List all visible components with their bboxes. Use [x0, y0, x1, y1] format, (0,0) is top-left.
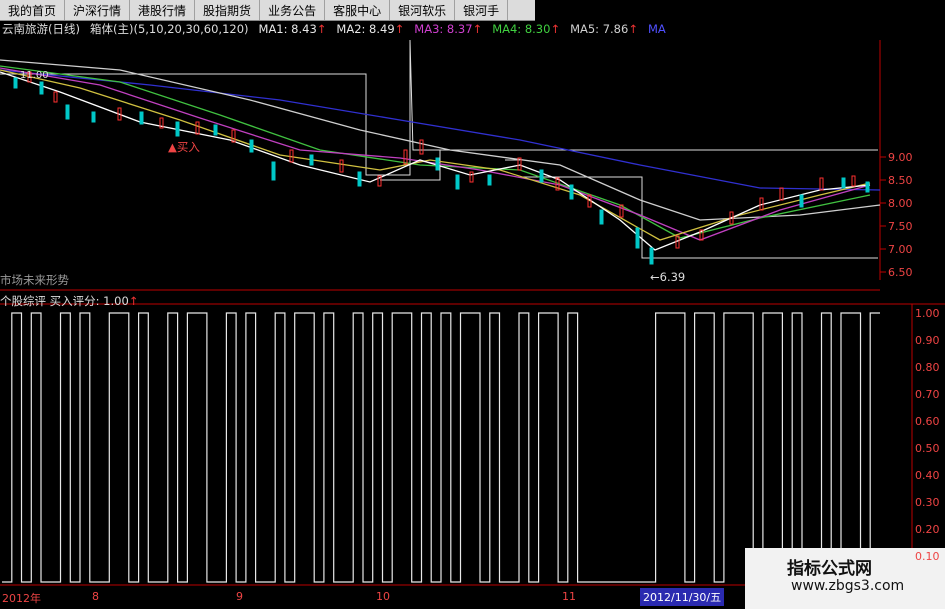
price-top-label: 11.00: [20, 70, 49, 81]
score-panel-title: 个股综评 买入评分: 1.00↑: [0, 294, 139, 308]
score-tick-0-7: 0.70: [915, 388, 940, 401]
score-tick-0-2: 0.20: [915, 523, 940, 536]
price-tick-6-5: 6.50: [888, 266, 913, 279]
score-tick-0-3: 0.30: [915, 496, 940, 509]
score-tick-1: 1.00: [915, 307, 940, 320]
date-2012: 2012年: [2, 592, 41, 605]
price-tick-9: 9.00: [888, 151, 913, 164]
watermark-title: 指标公式网: [787, 559, 872, 579]
chart-canvas: [0, 39, 945, 586]
ma-white-long: [0, 59, 881, 221]
date-10: 10: [376, 590, 390, 603]
price-tick-7: 7.00: [888, 243, 913, 256]
score-tick-0-5: 0.50: [915, 442, 940, 455]
score-tick-0-1: 0.10: [915, 550, 940, 563]
cursor-date-badge: 2012/11/30/五: [640, 588, 725, 606]
watermark-url: www.zbgs3.com: [791, 578, 905, 594]
future-trend-label: 市场未来形势: [0, 273, 69, 287]
score-line: [2, 312, 880, 583]
ma-green: [0, 65, 871, 239]
candles: [13, 71, 870, 265]
date-8: 8: [92, 590, 99, 603]
score-tick-0-8: 0.80: [915, 361, 940, 374]
date-11: 11: [562, 590, 576, 603]
price-tick-7-5: 7.50: [888, 220, 913, 233]
date-9: 9: [236, 590, 243, 603]
price-tick-8-5: 8.50: [888, 174, 913, 187]
low-price-label: ←6.39: [650, 270, 686, 284]
score-tick-0-4: 0.40: [915, 469, 940, 482]
score-tick-0-9: 0.90: [915, 334, 940, 347]
score-tick-0-6: 0.60: [915, 415, 940, 428]
buy-signal: ▲买入: [168, 140, 200, 154]
price-tick-8: 8.00: [888, 197, 913, 210]
